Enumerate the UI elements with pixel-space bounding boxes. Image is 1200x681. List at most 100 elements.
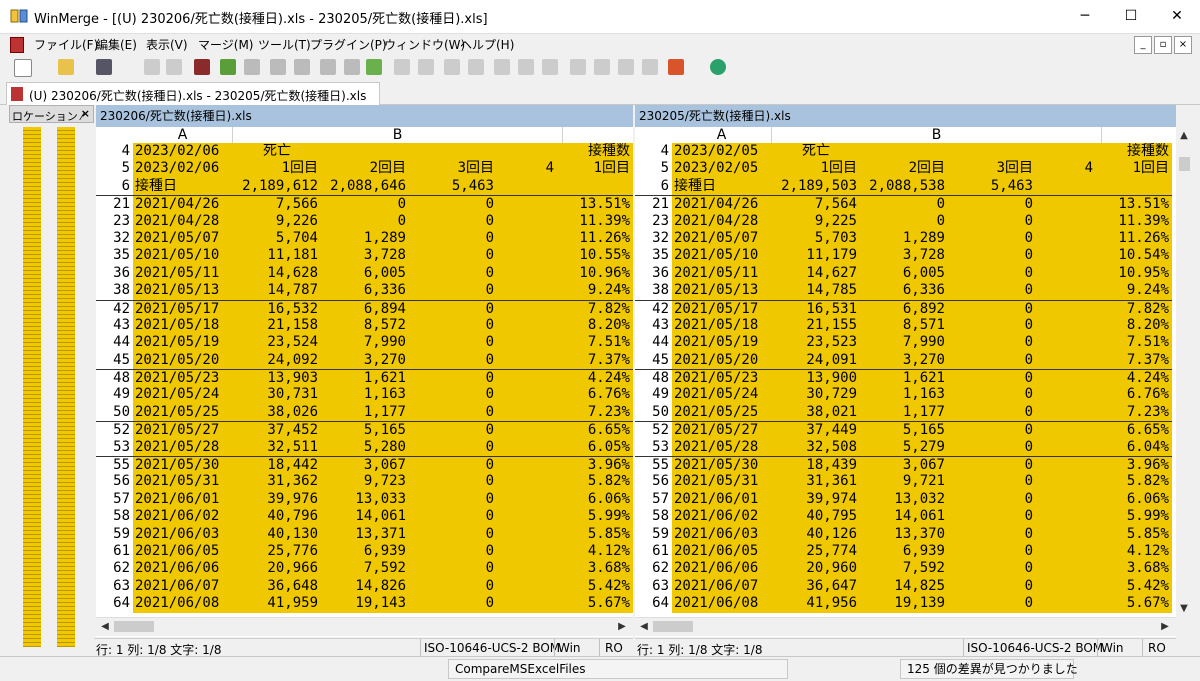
menu-tools[interactable]: ツール(T) <box>258 36 311 53</box>
cell-col-a[interactable]: 2021/06/07 <box>672 577 772 596</box>
cell-col-a[interactable]: 2021/06/08 <box>672 595 772 613</box>
cell-col-b[interactable]: 38,021 <box>772 403 860 422</box>
cell-col-a[interactable]: 2021/06/07 <box>133 577 233 596</box>
cell-col-c[interactable]: 3,067 <box>860 456 948 474</box>
cell-col-a[interactable]: 2021/05/13 <box>672 282 772 300</box>
cell-col-c[interactable]: 6,939 <box>321 542 409 561</box>
cell-col-b[interactable]: 2,189,612 <box>233 177 321 196</box>
cell-col-c[interactable]: 6,336 <box>321 282 409 300</box>
cell-col-a[interactable]: 2023/02/06 <box>133 160 233 178</box>
left-horizontal-scrollbar[interactable]: ◀ ▶ <box>96 617 633 636</box>
cell-col-e[interactable] <box>1036 369 1096 387</box>
cell-col-c[interactable] <box>321 143 409 161</box>
cell-col-f[interactable]: 9.24% <box>557 282 633 300</box>
cell-col-d[interactable]: 0 <box>409 195 497 213</box>
last-diff-icon[interactable] <box>294 59 310 75</box>
cell-col-b[interactable]: 5,703 <box>772 229 860 248</box>
cell-col-e[interactable] <box>1036 403 1096 422</box>
nav-icon-1[interactable] <box>570 59 586 75</box>
cell-col-a[interactable]: 2021/04/28 <box>133 212 233 230</box>
cell-col-c[interactable]: 5,280 <box>321 438 409 457</box>
cell-col-b[interactable]: 39,974 <box>772 490 860 509</box>
cell-col-d[interactable]: 0 <box>948 229 1036 248</box>
cell-col-b[interactable]: 16,532 <box>233 299 321 317</box>
cell-col-d[interactable]: 3回目 <box>409 160 497 178</box>
cell-col-b[interactable]: 20,960 <box>772 560 860 578</box>
cell-col-b[interactable]: 9,226 <box>233 212 321 230</box>
cell-col-d[interactable]: 5,463 <box>409 177 497 196</box>
cell-col-c[interactable]: 14,061 <box>860 508 948 526</box>
cell-col-c[interactable]: 1,621 <box>321 369 409 387</box>
mdi-restore-icon[interactable]: ▫ <box>1154 36 1172 54</box>
cell-col-d[interactable]: 0 <box>948 473 1036 491</box>
cell-col-f[interactable]: 6.06% <box>557 490 633 509</box>
cell-col-c[interactable]: 3,067 <box>321 456 409 474</box>
cell-col-a[interactable]: 2021/05/28 <box>672 438 772 457</box>
cell-col-f[interactable]: 6.76% <box>557 386 633 404</box>
cell-col-b[interactable]: 38,026 <box>233 403 321 422</box>
cell-col-b[interactable]: 14,787 <box>233 282 321 300</box>
cell-col-b[interactable]: 23,524 <box>233 334 321 352</box>
cell-col-d[interactable]: 0 <box>948 560 1036 578</box>
cell-col-f[interactable]: 7.82% <box>1096 299 1172 317</box>
cell-col-b[interactable]: 41,956 <box>772 595 860 613</box>
cell-col-a[interactable]: 2023/02/05 <box>672 160 772 178</box>
cell-col-a[interactable]: 2021/05/23 <box>672 369 772 387</box>
scroll-up-arrow-icon[interactable]: ▲ <box>1177 129 1191 143</box>
cell-col-d[interactable]: 0 <box>948 595 1036 613</box>
cell-col-c[interactable]: 7,990 <box>321 334 409 352</box>
cell-col-d[interactable]: 0 <box>948 525 1036 543</box>
cell-col-f[interactable]: 6.05% <box>557 438 633 457</box>
copy-right-advance-icon[interactable] <box>394 59 410 75</box>
cell-col-b[interactable]: 7,564 <box>772 195 860 213</box>
cell-col-f[interactable]: 10.95% <box>1096 264 1172 283</box>
cell-col-f[interactable]: 7.51% <box>1096 334 1172 352</box>
cell-col-d[interactable]: 0 <box>948 508 1036 526</box>
cell-col-b[interactable]: 9,225 <box>772 212 860 230</box>
cell-col-f[interactable]: 5.99% <box>1096 508 1172 526</box>
cell-col-c[interactable]: 6,892 <box>860 299 948 317</box>
cell-col-d[interactable]: 0 <box>409 525 497 543</box>
cell-col-c[interactable]: 2,088,538 <box>860 177 948 196</box>
cell-col-d[interactable]: 0 <box>409 456 497 474</box>
cell-col-f[interactable]: 11.26% <box>1096 229 1172 248</box>
cell-col-e[interactable] <box>497 177 557 196</box>
minimize-button[interactable]: ─ <box>1062 0 1108 33</box>
cell-col-f[interactable]: 13.51% <box>557 195 633 213</box>
cell-col-d[interactable]: 0 <box>409 212 497 230</box>
cell-col-b[interactable]: 40,126 <box>772 525 860 543</box>
cell-col-f[interactable] <box>1096 177 1172 196</box>
merge-icon-1[interactable] <box>494 59 510 75</box>
cell-col-b[interactable]: 37,449 <box>772 421 860 439</box>
cell-col-e[interactable] <box>1036 177 1096 196</box>
cell-col-d[interactable]: 0 <box>948 316 1036 335</box>
cell-col-a[interactable]: 2021/05/10 <box>672 247 772 265</box>
cell-col-d[interactable]: 0 <box>409 334 497 352</box>
cell-col-c[interactable]: 13,033 <box>321 490 409 509</box>
cell-col-a[interactable]: 2021/05/25 <box>133 403 233 422</box>
cell-col-a[interactable]: 2021/05/24 <box>133 386 233 404</box>
cell-col-f[interactable]: 3.68% <box>1096 560 1172 578</box>
vertical-scroll-thumb[interactable] <box>1179 157 1190 171</box>
cell-col-e[interactable] <box>1036 143 1096 161</box>
cell-col-a[interactable]: 2021/06/01 <box>672 490 772 509</box>
cell-col-f[interactable]: 8.20% <box>557 316 633 335</box>
cell-col-b[interactable]: 36,648 <box>233 577 321 596</box>
cell-col-f[interactable]: 5.85% <box>1096 525 1172 543</box>
cell-col-f[interactable]: 4.24% <box>557 369 633 387</box>
cell-col-f[interactable]: 接種数 <box>557 143 633 161</box>
cell-col-c[interactable]: 3,728 <box>321 247 409 265</box>
cell-col-e[interactable] <box>497 264 557 283</box>
copy-left-advance-icon[interactable] <box>418 59 434 75</box>
cell-col-e[interactable] <box>1036 577 1096 596</box>
cell-col-c[interactable]: 2回目 <box>321 160 409 178</box>
cell-col-b[interactable]: 21,158 <box>233 316 321 335</box>
cell-col-b[interactable]: 死亡 <box>233 143 321 161</box>
cell-col-c[interactable]: 0 <box>321 195 409 213</box>
cell-col-e[interactable] <box>497 143 557 161</box>
cell-col-b[interactable]: 14,785 <box>772 282 860 300</box>
cell-col-b[interactable]: 14,627 <box>772 264 860 283</box>
cell-col-c[interactable]: 6,336 <box>860 282 948 300</box>
cell-col-c[interactable] <box>860 143 948 161</box>
merge-icon-3[interactable] <box>542 59 558 75</box>
